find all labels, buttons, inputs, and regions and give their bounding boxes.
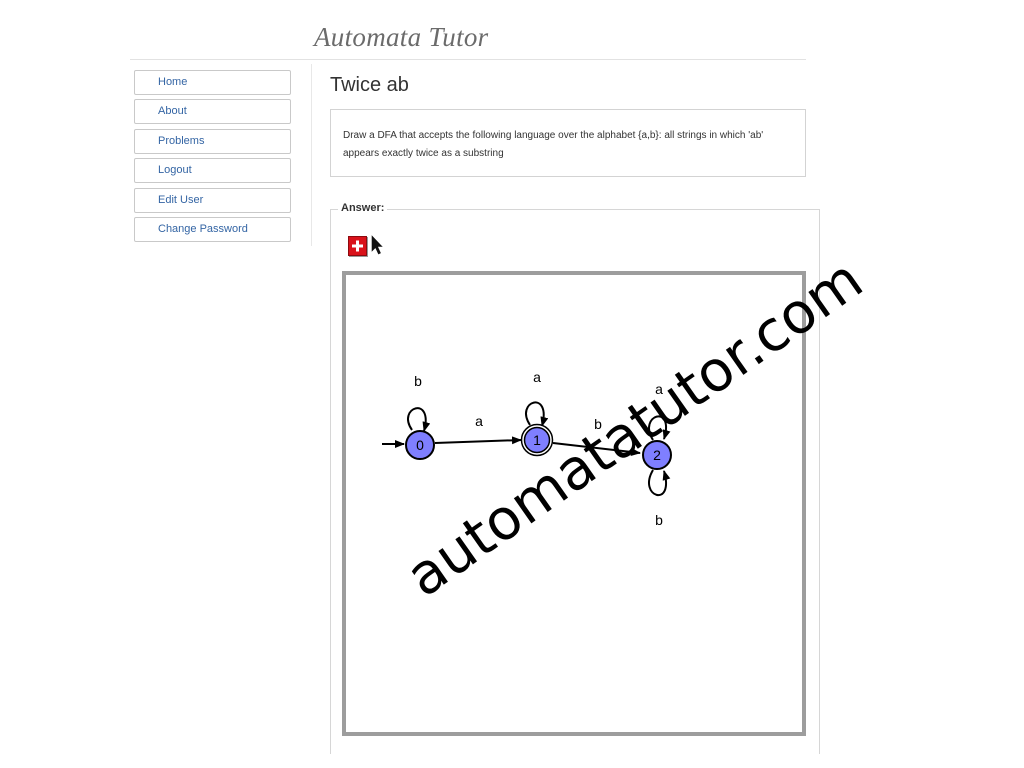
transition-2-2-b bbox=[648, 469, 671, 497]
automaton-diagram: b a a b a b 0 1 2 bbox=[382, 369, 672, 528]
transition-1-2 bbox=[552, 442, 641, 456]
page: Automata Tutor Home About Problems Logou… bbox=[0, 0, 1024, 768]
state-2[interactable]: 2 bbox=[642, 440, 672, 470]
header-divider bbox=[130, 59, 806, 60]
state-label-0: 0 bbox=[416, 437, 424, 453]
sidebar-nav: Home About Problems Logout Edit User Cha… bbox=[134, 70, 291, 246]
sidebar-divider bbox=[311, 64, 312, 246]
problem-description-box: Draw a DFA that accepts the following la… bbox=[330, 109, 806, 177]
transition-0-0 bbox=[407, 407, 431, 432]
state-label-1: 1 bbox=[533, 432, 541, 448]
plus-icon bbox=[352, 240, 363, 252]
transition-label-1-2: b bbox=[594, 416, 602, 432]
add-state-button[interactable] bbox=[348, 236, 367, 256]
state-0[interactable]: 0 bbox=[405, 430, 435, 460]
page-title: Twice ab bbox=[330, 74, 409, 96]
sidebar-item-about[interactable]: About bbox=[134, 99, 291, 125]
automaton-canvas[interactable]: b a a b a b 0 1 2 bbox=[342, 271, 806, 736]
transition-0-1 bbox=[434, 436, 522, 445]
transition-1-1 bbox=[525, 401, 549, 427]
transition-label-0-1: a bbox=[475, 413, 483, 429]
sidebar-item-logout[interactable]: Logout bbox=[134, 158, 291, 184]
answer-legend: Answer: bbox=[338, 202, 388, 214]
state-label-2: 2 bbox=[653, 447, 661, 463]
transition-label-1-1: a bbox=[533, 369, 541, 385]
sidebar-item-change-password[interactable]: Change Password bbox=[134, 216, 291, 242]
transition-label-0-0: b bbox=[414, 373, 422, 389]
transition-2-2-a bbox=[648, 415, 671, 441]
cursor-arrow-icon bbox=[371, 235, 383, 255]
sidebar-item-edit-user[interactable]: Edit User bbox=[134, 187, 291, 213]
pointer-tool-button[interactable] bbox=[371, 235, 383, 255]
transition-label-2-2-b: b bbox=[655, 512, 663, 528]
state-1[interactable]: 1 bbox=[520, 423, 554, 457]
site-title: Automata Tutor bbox=[314, 22, 489, 52]
sidebar-item-problems[interactable]: Problems bbox=[134, 128, 291, 154]
problem-description: Draw a DFA that accepts the following la… bbox=[343, 130, 764, 159]
sidebar-item-home[interactable]: Home bbox=[134, 70, 291, 95]
transition-label-2-2-a: a bbox=[655, 381, 663, 397]
